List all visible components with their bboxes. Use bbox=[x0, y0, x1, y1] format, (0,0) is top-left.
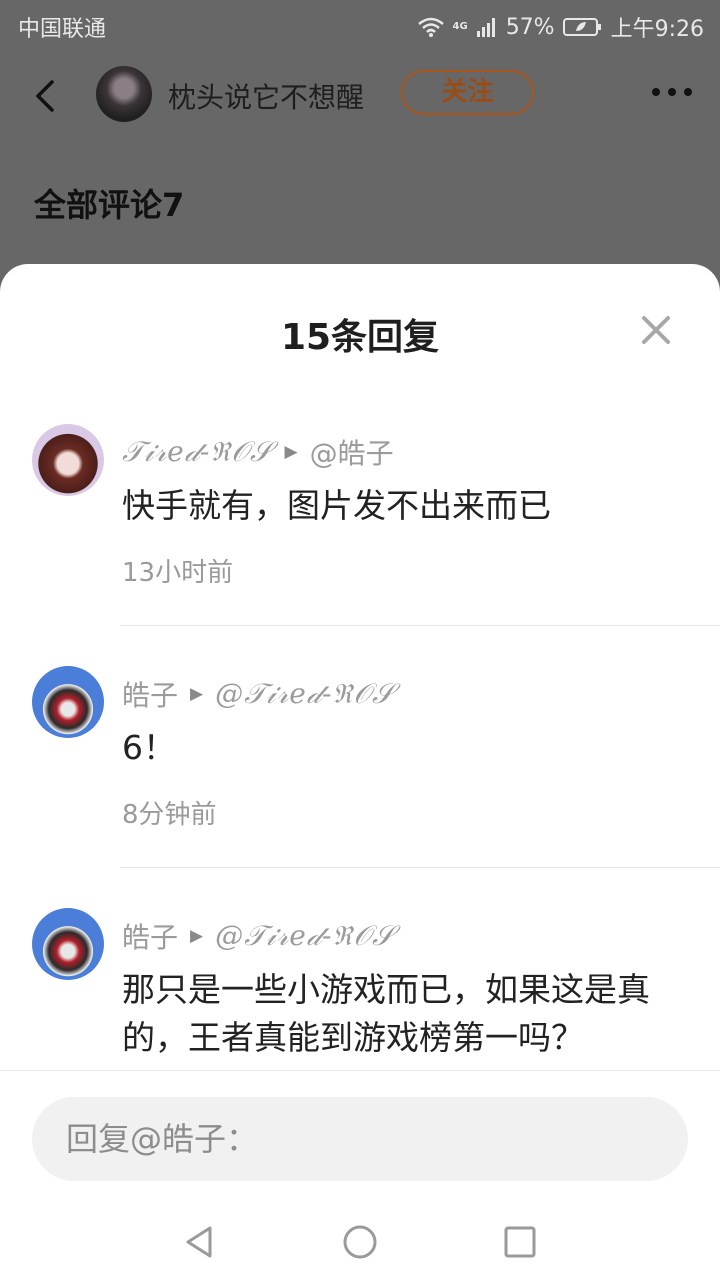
battery-icon bbox=[562, 18, 601, 36]
author-name[interactable]: 枕头说它不想醒 bbox=[168, 76, 364, 116]
reply-input[interactable]: 回复@皓子： bbox=[32, 1097, 688, 1181]
screen: 中国联通 4G 57% 上午9:26 枕头说它不想醒 关注 全部评论7 15条回… bbox=[0, 0, 720, 1280]
reply-target[interactable]: @皓子 bbox=[310, 432, 394, 472]
reply-arrow-icon: ▶ bbox=[190, 684, 204, 704]
reply-time: 13小时前 bbox=[122, 558, 234, 588]
reply-input-bar: 回复@皓子： bbox=[0, 1070, 720, 1200]
system-nav-bar bbox=[0, 1200, 720, 1280]
status-indicators: 4G 57% 上午9:26 bbox=[417, 11, 704, 43]
reply-text: 6！ bbox=[122, 728, 176, 767]
follow-button[interactable]: 关注 bbox=[401, 70, 534, 115]
reply-target[interactable]: @𝒯𝒾𝓇𝑒𝒹-ℜ𝒪𝒮 bbox=[215, 677, 395, 711]
status-bar: 中国联通 4G 57% 上午9:26 bbox=[0, 0, 720, 50]
more-dots-icon[interactable] bbox=[648, 82, 696, 102]
replies-sheet: 15条回复 𝒯𝒾𝓇𝑒𝒹-ℜ𝒪𝒮 ▶ @皓子 快手就有，图片发不出来而已 13小时… bbox=[0, 264, 720, 1280]
reply-header: 𝒯𝒾𝓇𝑒𝒹-ℜ𝒪𝒮 ▶ @皓子 bbox=[122, 432, 394, 472]
divider bbox=[120, 867, 720, 868]
reply-author[interactable]: 皓子 bbox=[122, 674, 178, 714]
reply-author[interactable]: 皓子 bbox=[122, 916, 178, 956]
reply-text: 快手就有，图片发不出来而已 bbox=[122, 486, 551, 525]
nav-home-icon[interactable] bbox=[342, 1224, 378, 1260]
reply-author[interactable]: 𝒯𝒾𝓇𝑒𝒹-ℜ𝒪𝒮 bbox=[122, 435, 273, 469]
avatar[interactable] bbox=[32, 908, 104, 980]
carrier-label: 中国联通 bbox=[18, 17, 107, 42]
avatar[interactable] bbox=[32, 424, 104, 496]
reply-header: 皓子 ▶ @𝒯𝒾𝓇𝑒𝒹-ℜ𝒪𝒮 bbox=[122, 674, 395, 714]
reply-arrow-icon: ▶ bbox=[284, 442, 298, 462]
network-type-label: 4G bbox=[452, 21, 468, 32]
reply-header: 皓子 ▶ @𝒯𝒾𝓇𝑒𝒹-ℜ𝒪𝒮 bbox=[122, 916, 395, 956]
reply-target[interactable]: @𝒯𝒾𝓇𝑒𝒹-ℜ𝒪𝒮 bbox=[215, 919, 395, 953]
reply-text: 那只是一些小游戏而已，如果这是真的，王者真能到游戏榜第一吗？ bbox=[122, 970, 650, 1057]
close-icon[interactable] bbox=[640, 314, 672, 346]
nav-recents-icon[interactable] bbox=[502, 1224, 538, 1260]
topbar: 枕头说它不想醒 关注 bbox=[0, 56, 720, 132]
reply-time: 8分钟前 bbox=[122, 800, 217, 830]
back-arrow-icon[interactable] bbox=[30, 76, 62, 116]
wifi-icon bbox=[417, 17, 444, 37]
avatar[interactable] bbox=[32, 666, 104, 738]
clock: 上午9:26 bbox=[610, 17, 704, 42]
reply-arrow-icon: ▶ bbox=[190, 926, 204, 946]
comments-heading: 全部评论7 bbox=[34, 186, 185, 224]
sheet-title: 15条回复 bbox=[280, 317, 440, 358]
divider bbox=[120, 625, 720, 626]
signal-icon bbox=[476, 18, 495, 37]
nav-back-icon[interactable] bbox=[182, 1224, 218, 1260]
battery-percent: 57% bbox=[505, 14, 555, 40]
author-avatar[interactable] bbox=[96, 66, 152, 122]
